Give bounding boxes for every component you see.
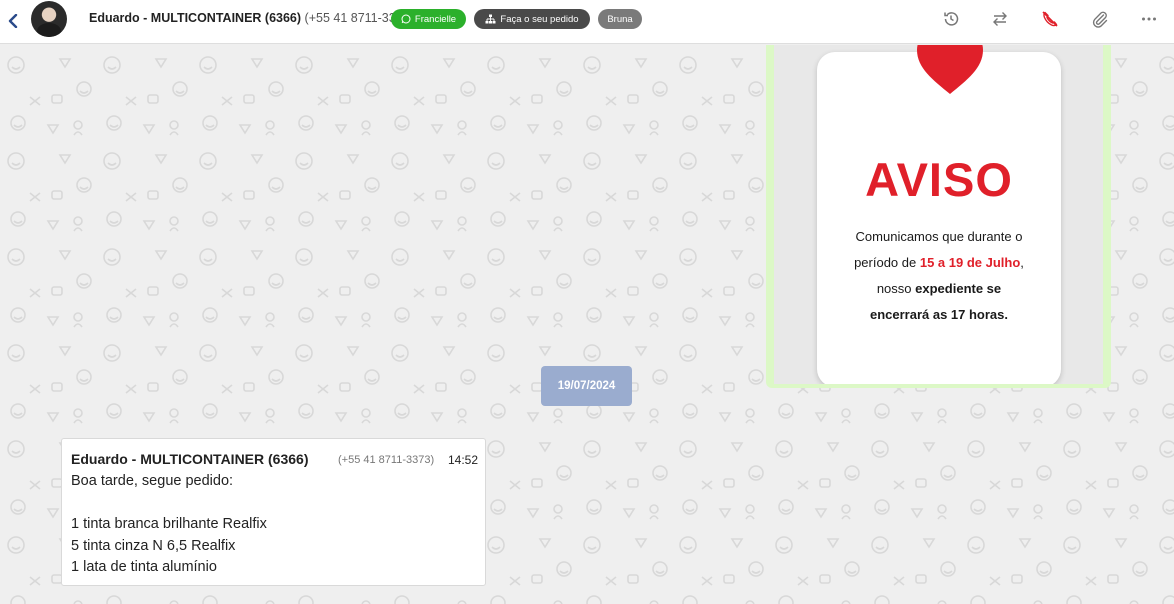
transfer-button[interactable] bbox=[989, 8, 1011, 30]
message-sender-phone: (+55 41 8711-3373) bbox=[338, 454, 435, 466]
chat-area[interactable]: AVISO Comunicamos que durante o período … bbox=[0, 45, 1174, 604]
contact-title[interactable]: Eduardo - MULTICONTAINER (6366) (+55 41 … bbox=[89, 11, 414, 25]
back-icon bbox=[8, 14, 18, 28]
incoming-message[interactable]: Eduardo - MULTICONTAINER (6366) (+55 41 … bbox=[61, 438, 486, 586]
order-tag[interactable]: Faça o seu pedido bbox=[474, 9, 590, 29]
contact-avatar[interactable] bbox=[31, 1, 67, 37]
transfer-icon bbox=[993, 12, 1007, 26]
history-icon bbox=[944, 12, 959, 26]
notice-line-3: nosso expediente se bbox=[876, 281, 1002, 296]
chat-header: Eduardo - MULTICONTAINER (6366) (+55 41 … bbox=[0, 0, 1174, 44]
contact-name: Eduardo - MULTICONTAINER (6366) bbox=[89, 11, 302, 25]
image-content: AVISO Comunicamos que durante o período … bbox=[774, 45, 1103, 384]
order-tag-label: Faça o seu pedido bbox=[500, 13, 579, 25]
notice-line-1: Comunicamos que durante o bbox=[855, 229, 1023, 244]
message-sender: Eduardo - MULTICONTAINER (6366) bbox=[71, 451, 309, 467]
notice-line-4: encerrará as 17 horas. bbox=[869, 307, 1009, 322]
back-button[interactable] bbox=[4, 10, 22, 32]
notice-title: AVISO bbox=[865, 153, 1013, 206]
date-separator: 19/07/2024 bbox=[541, 366, 632, 406]
notice-text: Comunicamos que durante o período de 15 … bbox=[817, 224, 1061, 328]
heart-alert-icon bbox=[917, 45, 983, 94]
whatsapp-icon bbox=[401, 14, 411, 24]
history-button[interactable] bbox=[940, 8, 962, 30]
message-body: Boa tarde, segue pedido: 1 tinta branca … bbox=[71, 473, 267, 576]
user-tag-label: Bruna bbox=[607, 13, 633, 25]
attachment-icon bbox=[1092, 11, 1108, 28]
notice-card: AVISO Comunicamos que durante o período … bbox=[817, 45, 1061, 384]
notice-dates: 15 a 19 de Julho bbox=[919, 255, 1021, 270]
notice-line-2: período de 15 a 19 de Julho, bbox=[854, 255, 1024, 270]
end-call-button[interactable] bbox=[1039, 8, 1061, 30]
more-options-button[interactable] bbox=[1138, 8, 1160, 30]
sitemap-icon bbox=[485, 14, 496, 24]
attach-button[interactable] bbox=[1089, 8, 1111, 30]
agent-tag[interactable]: Francielle bbox=[391, 9, 466, 29]
end-call-icon bbox=[1042, 11, 1058, 27]
more-options-icon bbox=[1142, 17, 1156, 21]
user-tag[interactable]: Bruna bbox=[598, 9, 642, 29]
image-message[interactable]: AVISO Comunicamos que durante o período … bbox=[766, 45, 1111, 388]
message-timestamp: 14:52 bbox=[448, 453, 479, 467]
agent-tag-label: Francielle bbox=[414, 13, 457, 25]
